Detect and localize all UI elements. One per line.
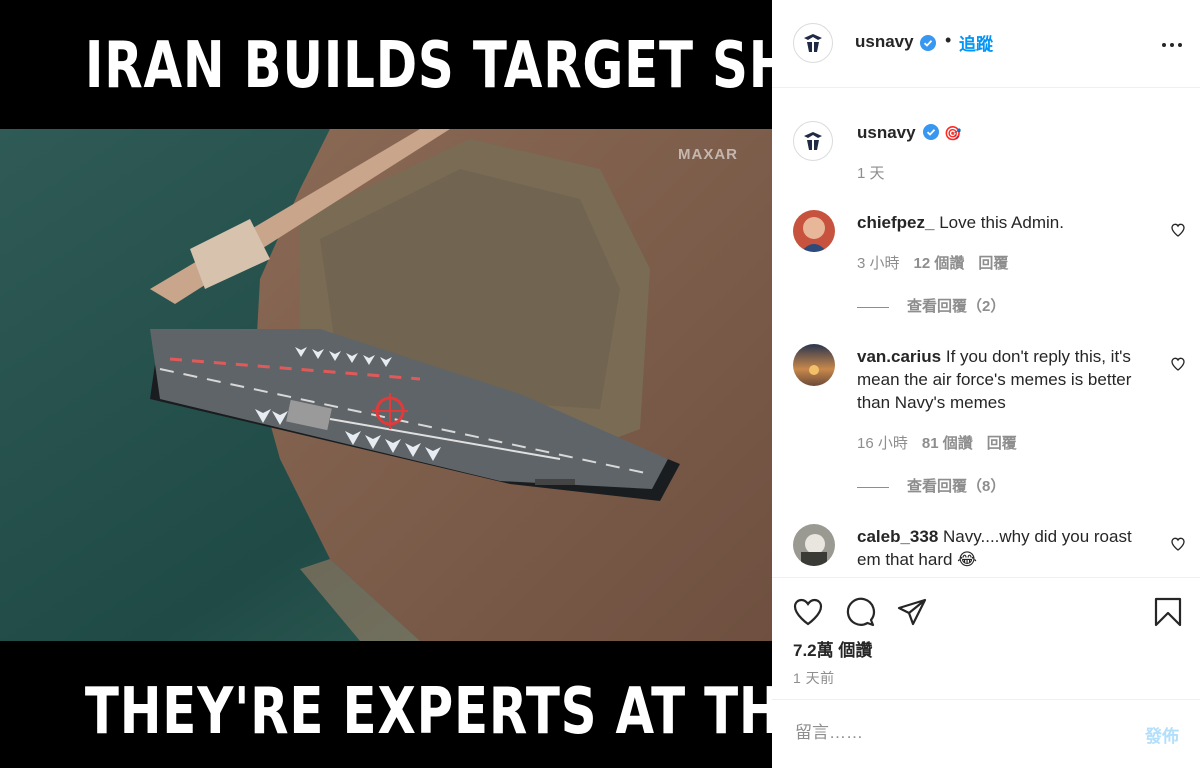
comment-likes[interactable]: 12 個讚 (914, 255, 965, 272)
post-header: usnavy • 追蹤 (772, 0, 1200, 88)
satellite-photo (0, 129, 772, 641)
post-actions: 7.2萬 個讚 1 天前 (772, 577, 1200, 700)
comment-bubble-icon[interactable] (844, 596, 876, 628)
comments-list[interactable]: usnavy 🎯 1 天 chiefpez_ Love this Admin. … (772, 88, 1200, 577)
separator-dot: • (945, 30, 952, 50)
likes-count[interactable]: 7.2萬 個讚 (793, 636, 872, 661)
comment-username[interactable]: van.carius (857, 347, 941, 366)
reply-button[interactable]: 回覆 (987, 435, 1017, 452)
comment-likes[interactable]: 81 個讚 (922, 435, 973, 452)
post-image[interactable]: IRAN BUILDS TARGET SHIP MAXAR THEY'RE EX… (0, 0, 772, 768)
commenter-avatar[interactable] (793, 524, 835, 566)
reply-button[interactable]: 回覆 (978, 255, 1008, 272)
comment-time: 16 小時 (857, 435, 908, 452)
comment-username[interactable]: caleb_338 (857, 527, 938, 546)
divider-line (857, 306, 889, 308)
meme-bottom-caption: THEY'RE EXPERTS AT THAT (84, 675, 772, 749)
more-options-icon[interactable] (1160, 34, 1184, 54)
heart-icon[interactable] (1170, 222, 1186, 238)
image-watermark: MAXAR (678, 146, 738, 163)
verified-badge-icon (923, 124, 940, 140)
comment-meta: 3 小時 12 個讚 回覆 (857, 252, 1022, 273)
comment-text: chiefpez_ Love this Admin. (857, 213, 1064, 232)
verified-badge-icon (920, 35, 936, 51)
navy-eagle-icon (804, 132, 822, 152)
post-comment-button[interactable]: 發佈 (1145, 722, 1179, 747)
comment-meta: 16 小時 81 個讚 回覆 (857, 432, 1031, 453)
commenter-avatar[interactable] (793, 344, 835, 386)
comment-text: van.carius If you don't reply this, it's… (857, 347, 1132, 412)
header-username[interactable]: usnavy (855, 32, 914, 52)
share-paper-plane-icon[interactable] (896, 596, 928, 628)
follow-button[interactable]: 追蹤 (959, 30, 993, 55)
post-sidebar: usnavy • 追蹤 usnavy 🎯 1 天 chiefpez_ Love … (772, 0, 1200, 768)
comment-input[interactable] (793, 722, 1117, 744)
navy-eagle-icon (804, 34, 822, 54)
bookmark-icon[interactable] (1152, 596, 1184, 628)
profile-photo (793, 210, 835, 252)
profile-photo (793, 524, 835, 566)
comment-username[interactable]: chiefpez_ (857, 213, 934, 232)
caption-avatar[interactable] (793, 121, 833, 161)
like-heart-icon[interactable] (792, 596, 824, 628)
caption-text: usnavy 🎯 (857, 121, 1147, 145)
heart-icon[interactable] (1170, 356, 1186, 372)
divider-line (857, 486, 889, 488)
add-comment-bar: 發佈 (772, 699, 1200, 769)
view-replies-button[interactable]: 查看回覆（8） (857, 475, 1005, 496)
caption-time: 1 天 (857, 165, 885, 182)
profile-photo (793, 344, 835, 386)
meme-top-caption: IRAN BUILDS TARGET SHIP (84, 29, 772, 103)
caption-emoji: 🎯 (944, 125, 962, 141)
caption-username[interactable]: usnavy (857, 123, 916, 142)
heart-icon[interactable] (1170, 536, 1186, 552)
view-replies-button[interactable]: 查看回覆（2） (857, 295, 1005, 316)
comment-text: caleb_338 Navy....why did you roast em t… (857, 527, 1132, 569)
post-timestamp: 1 天前 (793, 670, 835, 686)
commenter-avatar[interactable] (793, 210, 835, 252)
comment-time: 3 小時 (857, 255, 900, 272)
profile-avatar[interactable] (793, 23, 833, 63)
